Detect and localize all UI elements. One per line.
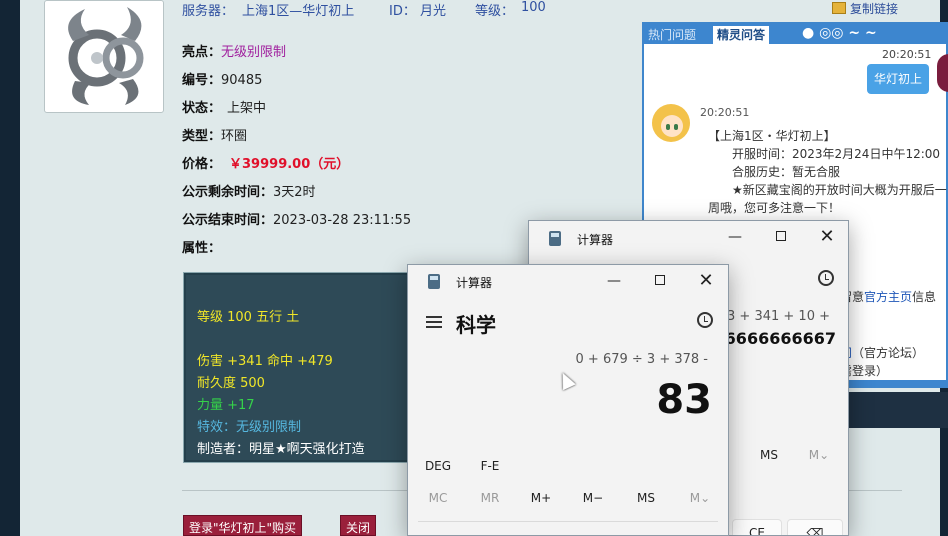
dark-corner [842,392,948,428]
copy-link-label: 复制链接 [850,2,899,16]
calc-back-titlebar: 计算器 — ✕ [529,221,848,253]
menu-icon[interactable] [426,316,442,328]
login-buy-button[interactable]: 登录"华灯初上"购买 [183,515,303,536]
status-label: 状态： [182,101,222,116]
price-label: 价格： [182,157,222,172]
minimize-button[interactable]: — [591,265,637,297]
status-value: 上架中 [227,101,267,116]
price-row: 价格： ￥39999.00（元） [182,153,349,172]
attr-durability: 耐久度 500 [197,376,265,391]
calc-front-title: 计算器 [456,276,493,290]
tab-spirit-qa[interactable]: 精灵问答 [713,26,770,44]
attr-maker: 制造者：明星★啊天强化打造 [197,442,365,457]
memory-recall-key[interactable]: MR [470,491,510,505]
fe-toggle[interactable]: F-E [472,459,508,473]
attr-level: 等级 100 五行 土 [197,310,300,325]
attr-strength: 力量 +17 [197,398,255,413]
close-button[interactable]: 关闭 [340,515,377,536]
memory-store-key[interactable]: MS [626,491,666,505]
bot-avatar [652,104,690,142]
keypad-divider [418,521,718,522]
qa-line-7-post: （官方论坛） [852,346,925,360]
memory-clear-key[interactable]: MC [418,491,458,505]
qa-logo-icon: ● ◎◎ ~ ~ [802,25,877,41]
highlight-value: 无级别限制 [221,45,287,60]
highlight-row: 亮点：无级别限制 [182,41,286,60]
ring-item-icon [68,7,144,105]
qa-line-2: 开服时间：2023年2月24日中午12:00 [732,147,941,161]
qa-line-6-post: 信息 [912,290,937,304]
attr-label: 属性： [182,241,222,256]
deg-toggle[interactable]: DEG [420,459,456,473]
qa-line-6: 留意官方主页信息 [840,288,936,305]
calculator-icon [549,231,561,246]
level-label: 等级： [475,4,515,19]
qa-line-3: 合服历史：暂无合服 [732,165,841,179]
remaining-row: 公示剩余时间：3天2时 [182,181,316,200]
memory-add-key[interactable]: M+ [521,491,561,505]
close-window-button[interactable]: ✕ [683,265,728,297]
number-row: 编号：90485 [182,69,262,88]
memory-view-key[interactable]: M⌄ [680,491,720,505]
memory-store-key[interactable]: MS [749,448,789,462]
attr-effect: 特效：无级别限制 [197,420,302,435]
calc-mode-title: 科学 [456,313,496,337]
calc-front-expression: 0 + 679 ÷ 3 + 378 - [575,352,708,367]
maximize-button[interactable] [758,221,804,253]
history-icon[interactable] [818,270,834,286]
calc-back-title: 计算器 [577,233,614,247]
end-time-value: 2023-03-28 23:11:55 [273,213,412,228]
backspace-button[interactable]: ⌫ [787,519,843,536]
remaining-label: 公示剩余时间： [182,185,274,200]
end-time-label: 公示结束时间： [182,213,274,228]
highlight-label: 亮点： [182,45,222,60]
server-label: 服务器： [182,4,235,19]
qa-timestamp-left: 20:20:51 [700,106,750,119]
qa-line-7: 问（官方论坛） [840,344,924,361]
id-value: 月光 [420,4,447,19]
maximize-button[interactable] [637,265,683,297]
tab-hot-questions[interactable]: 热门问题 [648,26,696,44]
attr-damage: 伤害 +341 命中 +479 [197,354,333,369]
calc-front-titlebar: 计算器 — ✕ [408,265,728,297]
copy-link[interactable]: 复制链接 [832,0,898,17]
type-row: 类型：环圈 [182,125,247,144]
calculator-window-front[interactable]: 计算器 — ✕ 科学 0 + 679 ÷ 3 + 378 - 83 DEG F-… [407,264,729,536]
remaining-value: 3天2时 [273,185,316,200]
calculator-icon [428,274,440,289]
qa-timestamp-right: 20:20:51 [882,48,932,61]
close-window-button[interactable]: ✕ [804,221,848,253]
id-label: ID： [389,4,416,19]
folder-icon [832,2,846,14]
item-thumbnail [44,0,164,113]
qa-line-4: ★新区藏宝阁的开放时间大概为开服后一 [732,183,947,197]
end-time-row: 公示结束时间：2023-03-28 23:11:55 [182,209,411,228]
calc-back-expression: ÷ 3 + 341 + 10 + [712,309,830,324]
type-label: 类型： [182,129,222,144]
qa-header: 热门问题 精灵问答 ● ◎◎ ~ ~ [644,24,948,44]
memory-view-key[interactable]: M⌄ [799,448,839,462]
history-icon[interactable] [697,312,713,328]
price-value: ￥39999.00（元） [229,157,350,172]
minimize-button[interactable]: — [712,221,758,253]
user-avatar [937,54,948,92]
backspace-icon: ⌫ [806,526,824,536]
qa-line-5: 周哦，您可多注意一下！ [708,201,841,215]
left-frame [0,0,20,536]
server-value: 上海1区—华灯初上 [242,4,355,19]
calc-front-result: 83 [656,377,712,423]
attributes-box: 等级 100 五行 土 伤害 +341 命中 +479 耐久度 500 力量 +… [183,272,423,463]
clear-entry-button[interactable]: CE [732,519,782,535]
number-value: 90485 [221,73,263,88]
user-message-bubble: 华灯初上 [867,64,929,94]
memory-subtract-key[interactable]: M− [573,491,613,505]
qa-line-1: 【上海1区・华灯初上】 [708,129,836,143]
attr-row: 属性： [182,237,221,256]
level-value: 100 [521,0,546,15]
number-label: 编号： [182,73,222,88]
official-homepage-link[interactable]: 官方主页 [864,290,912,304]
type-value: 环圈 [221,129,248,144]
status-row: 状态： 上架中 [182,97,266,116]
